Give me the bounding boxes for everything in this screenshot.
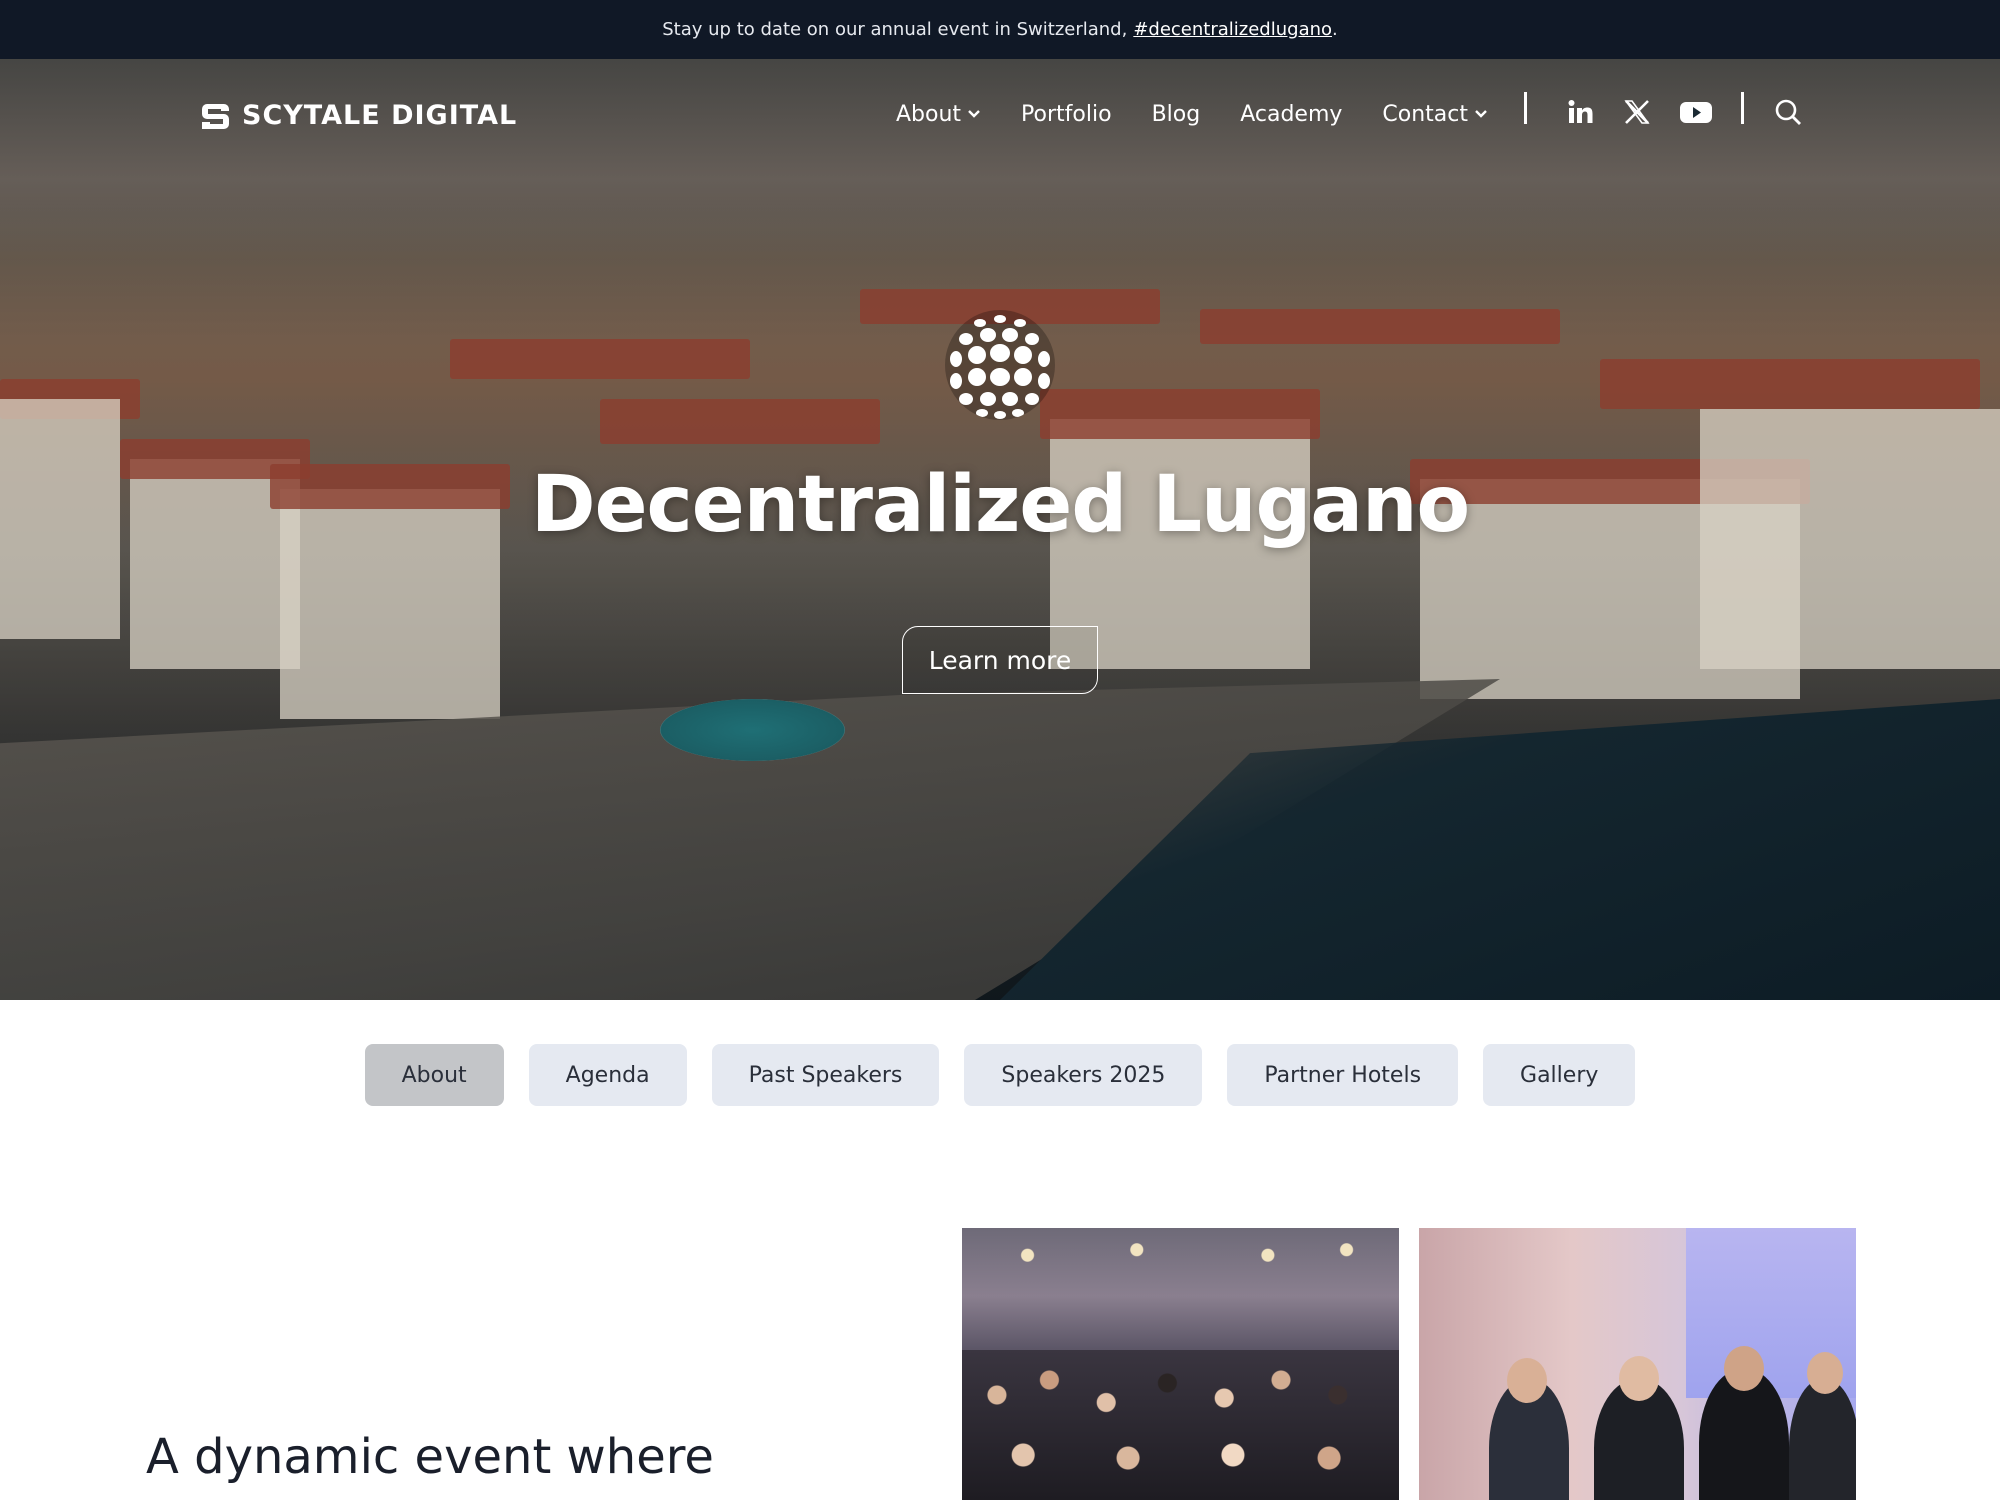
announcement-link[interactable]: #decentralizedlugano bbox=[1133, 19, 1332, 40]
nav-divider bbox=[1524, 92, 1527, 124]
main-nav: SCYTALE DIGITAL About Portfolio Blog Aca… bbox=[0, 59, 2000, 165]
chevron-down-icon bbox=[968, 110, 980, 118]
tab-gallery[interactable]: Gallery bbox=[1483, 1044, 1636, 1106]
event-photo-audience bbox=[962, 1228, 1399, 1500]
nav-item-label: About bbox=[896, 101, 962, 127]
logo-text: SCYTALE DIGITAL bbox=[242, 99, 518, 131]
chevron-down-icon bbox=[1475, 110, 1487, 118]
section-tabs: About Agenda Past Speakers Speakers 2025… bbox=[0, 1044, 2000, 1106]
audience-crowd bbox=[962, 1350, 1399, 1500]
tab-speakers-2025[interactable]: Speakers 2025 bbox=[964, 1044, 1203, 1106]
hero-title: Decentralized Lugano bbox=[530, 460, 1470, 550]
nav-item-label: Portfolio bbox=[1021, 101, 1112, 127]
globe-logo-icon bbox=[945, 310, 1055, 420]
tab-partner-hotels[interactable]: Partner Hotels bbox=[1227, 1044, 1459, 1106]
event-photo-panel bbox=[1419, 1228, 1856, 1500]
nav-item-blog[interactable]: Blog bbox=[1152, 102, 1201, 127]
announcement-suffix: . bbox=[1332, 19, 1338, 40]
nav-item-label: Academy bbox=[1240, 101, 1343, 127]
nav-divider bbox=[1741, 92, 1744, 124]
announcement-bar: Stay up to date on our annual event in S… bbox=[0, 0, 2000, 59]
nav-item-contact[interactable]: Contact bbox=[1382, 102, 1488, 127]
tab-about[interactable]: About bbox=[364, 1044, 504, 1106]
tab-agenda[interactable]: Agenda bbox=[528, 1044, 687, 1106]
x-icon[interactable] bbox=[1622, 97, 1652, 127]
nav-item-label: Blog bbox=[1151, 101, 1201, 127]
logo[interactable]: SCYTALE DIGITAL bbox=[198, 95, 517, 135]
learn-more-button[interactable]: Learn more bbox=[902, 626, 1098, 694]
nav-item-about[interactable]: About bbox=[896, 102, 981, 127]
nav-menu: About Portfolio Blog Academy Contact bbox=[896, 99, 1528, 129]
nav-item-academy[interactable]: Academy bbox=[1240, 102, 1342, 127]
scytale-logo-icon bbox=[202, 104, 229, 129]
nav-item-portfolio[interactable]: Portfolio bbox=[1021, 102, 1112, 127]
section-headline: A dynamic event where bbox=[146, 1429, 714, 1485]
search-icon[interactable] bbox=[1773, 97, 1803, 127]
announcement-text: Stay up to date on our annual event in S… bbox=[662, 19, 1128, 40]
nav-item-label: Contact bbox=[1382, 101, 1468, 127]
linkedin-icon[interactable] bbox=[1565, 97, 1595, 127]
youtube-icon[interactable] bbox=[1679, 97, 1713, 127]
tab-past-speakers[interactable]: Past Speakers bbox=[711, 1044, 940, 1106]
hero-fountain bbox=[660, 699, 845, 761]
